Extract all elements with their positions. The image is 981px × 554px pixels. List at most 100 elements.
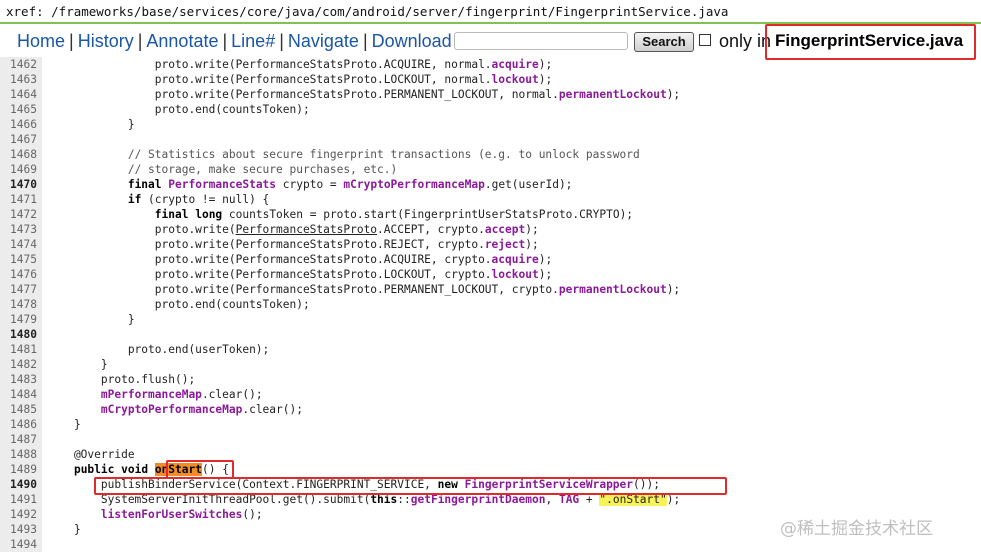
code-line: 1483 proto.flush(); [0,372,981,387]
line-number[interactable]: 1486 [0,417,42,432]
xref-path: xref: /frameworks/base/services/core/jav… [0,0,981,24]
line-number[interactable]: 1483 [0,372,42,387]
line-number[interactable]: 1493 [0,522,42,537]
publish-binder-highlight-box [94,477,727,495]
nav-separator: | [362,31,368,51]
code-line: 1469 // storage, make secure purchases, … [0,162,981,177]
code-text: } [47,418,81,431]
line-number[interactable]: 1465 [0,102,42,117]
code-keyword: if [127,193,142,206]
line-number[interactable]: 1469 [0,162,42,177]
code-text: // Statistics about secure fingerprint t… [47,147,640,162]
line-number[interactable]: 1484 [0,387,42,402]
code-text: proto.flush(); [47,373,196,386]
line-number[interactable]: 1490 [0,477,42,492]
code-comment: // Statistics about secure fingerprint t… [127,148,640,161]
code-line: 1477 proto.write(PerformanceStatsProto.P… [0,282,981,297]
code-text: proto.write(PerformanceStatsProto.PERMAN… [47,88,681,101]
code-link[interactable]: PerformanceStatsProto [236,223,377,236]
nav-separator: | [69,31,74,51]
only-in-checkbox[interactable] [699,34,711,46]
line-number[interactable]: 1492 [0,507,42,522]
line-number[interactable]: 1474 [0,237,42,252]
line-number[interactable]: 1468 [0,147,42,162]
code-text: proto.end(userToken); [47,343,270,356]
line-number[interactable]: 1489 [0,462,42,477]
code-keyword: long [195,208,223,221]
code-line: 1479 } [0,312,981,327]
line-number[interactable]: 1480 [0,327,42,342]
line-number[interactable]: 1471 [0,192,42,207]
code-identifier: PerformanceStats [168,178,277,191]
line-number[interactable]: 1462 [0,57,42,72]
code-line: 1494 [0,537,981,552]
code-identifier: mCryptoPerformanceMap [343,178,485,191]
line-number[interactable]: 1463 [0,72,42,87]
code-text: proto.write(PerformanceStatsProto.ACCEPT… [47,223,539,236]
code-text: proto.write(PerformanceStatsProto.ACQUIR… [47,253,553,266]
line-number[interactable]: 1464 [0,87,42,102]
line-number[interactable]: 1466 [0,117,42,132]
code-identifier: mCryptoPerformanceMap [100,403,243,416]
code-text: } [47,313,135,326]
nav-separator: | [222,31,228,51]
code-text: @Override [47,448,135,461]
nav-links: Home | History | Annotate | Line# | Navigate | Dow… [17,26,452,56]
nav-history-link[interactable]: History [78,31,134,51]
code-line: 1475 proto.write(PerformanceStatsProto.A… [0,252,981,267]
line-number[interactable]: 1467 [0,132,42,147]
line-number[interactable]: 1481 [0,342,42,357]
code-line: 1463 proto.write(PerformanceStatsProto.L… [0,72,981,87]
code-text: mCryptoPerformanceMap.clear(); [100,403,303,416]
line-number[interactable]: 1470 [0,177,42,192]
code-text: } [47,118,135,131]
code-comment: // storage, make secure purchases, etc.) [127,163,398,176]
line-number[interactable]: 1488 [0,447,42,462]
nav-separator: | [137,31,143,51]
code-line: 1465 proto.end(countsToken); [0,102,981,117]
nav-annotate-link[interactable]: Annotate [146,31,218,51]
code-identifier: mPerformanceMap [100,388,202,401]
code-line: 1489 public void onStart() { [0,462,981,477]
line-number[interactable]: 1472 [0,207,42,222]
code-text: final PerformanceStats crypto = mCryptoP… [127,178,573,191]
search-input[interactable] [454,32,628,50]
code-line: 1473 proto.write(PerformanceStatsProto.A… [0,222,981,237]
code-text: proto.write(PerformanceStatsProto.REJECT… [47,238,539,251]
line-number[interactable]: 1487 [0,432,42,447]
line-number[interactable]: 1479 [0,312,42,327]
code-identifier: lockout [491,73,539,86]
code-line: 1471 if (crypto != null) { [0,192,981,207]
code-text: mPerformanceMap.clear(); [100,388,263,401]
nav-navigate-link[interactable]: Navigate [288,31,359,51]
code-line: 1481 proto.end(userToken); [0,342,981,357]
line-number[interactable]: 1473 [0,222,42,237]
line-number[interactable]: 1491 [0,492,42,507]
code-text: proto.write(PerformanceStatsProto.ACQUIR… [47,58,553,71]
code-text: listenForUserSwitches(); [100,508,263,521]
nav-download-link[interactable]: Download [372,31,452,51]
code-line: 1470 final PerformanceStats crypto = mCr… [0,177,981,192]
code-identifier: reject [484,238,526,251]
nav-separator: | [279,31,284,51]
line-number[interactable]: 1475 [0,252,42,267]
line-number[interactable]: 1477 [0,282,42,297]
code-keyword: final [154,208,189,221]
line-number[interactable]: 1478 [0,297,42,312]
nav-home-link[interactable]: Home [17,31,65,51]
line-number[interactable]: 1485 [0,402,42,417]
line-number[interactable]: 1494 [0,537,42,552]
code-line: 1485 mCryptoPerformanceMap.clear(); [0,402,981,417]
code-identifier: acquire [491,253,539,266]
code-text: if (crypto != null) { [127,193,270,206]
nav-line-link[interactable]: Line# [231,31,275,51]
code-identifier: permanentLockout [558,283,667,296]
line-number[interactable]: 1482 [0,357,42,372]
code-text: proto.write(PerformanceStatsProto.LOCKOU… [47,268,553,281]
code-line: 1468 // Statistics about secure fingerpr… [0,147,981,162]
code-text: } [47,358,108,371]
code-text: proto.end(countsToken); [47,298,310,311]
line-number[interactable]: 1476 [0,267,42,282]
search-button[interactable]: Search [634,32,694,52]
code-line: 1464 proto.write(PerformanceStatsProto.P… [0,87,981,102]
